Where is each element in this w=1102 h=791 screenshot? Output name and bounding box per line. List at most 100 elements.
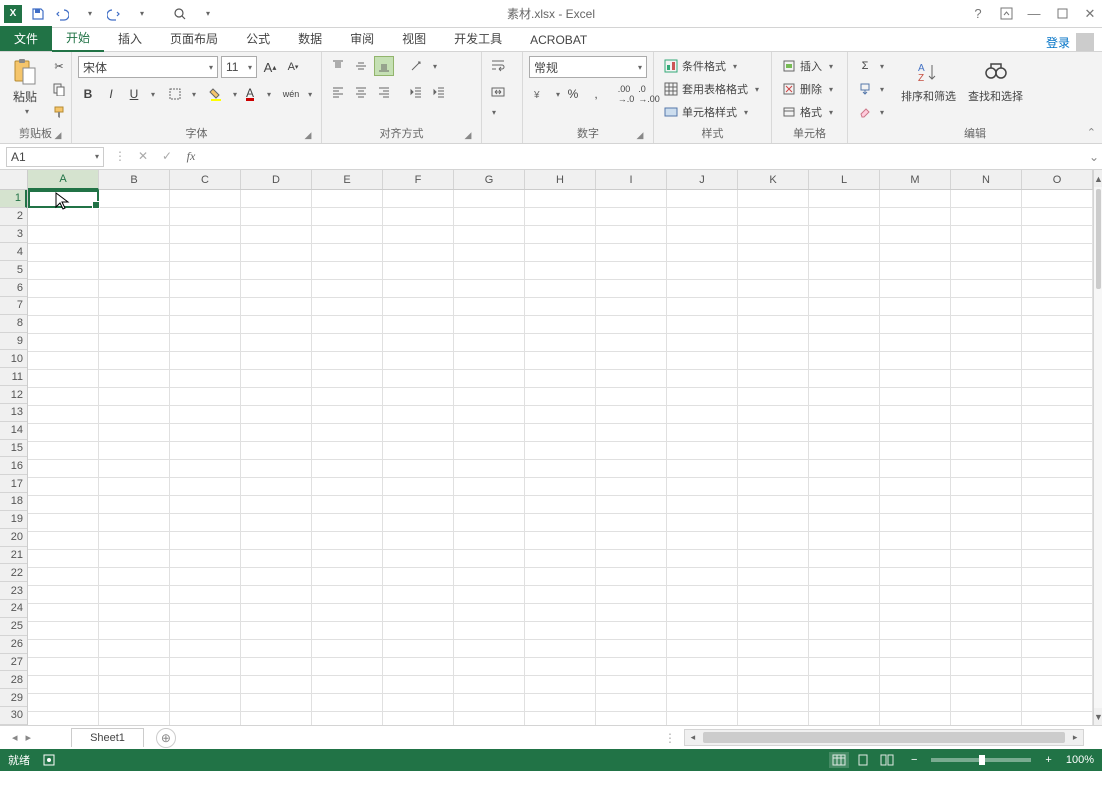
cell[interactable]	[241, 532, 312, 550]
cell[interactable]	[525, 406, 596, 424]
cell[interactable]	[525, 190, 596, 208]
tab-data[interactable]: 数据	[284, 26, 336, 51]
cell[interactable]	[738, 424, 809, 442]
cell[interactable]	[525, 460, 596, 478]
tab-developer[interactable]: 开发工具	[440, 26, 516, 51]
cell[interactable]	[596, 514, 667, 532]
cell[interactable]	[880, 406, 951, 424]
column-header[interactable]: J	[667, 170, 738, 189]
vertical-scroll-thumb[interactable]	[1096, 189, 1101, 289]
cell[interactable]	[951, 478, 1022, 496]
cell[interactable]	[880, 622, 951, 640]
cell[interactable]	[99, 226, 170, 244]
cells-area[interactable]	[28, 190, 1093, 725]
cell[interactable]	[99, 388, 170, 406]
cell[interactable]	[454, 226, 525, 244]
cell[interactable]	[525, 280, 596, 298]
bold-button[interactable]: B	[78, 84, 98, 104]
cell[interactable]	[880, 244, 951, 262]
cell[interactable]	[880, 334, 951, 352]
cell[interactable]	[312, 550, 383, 568]
row-header[interactable]: 4	[0, 243, 27, 261]
row-header[interactable]: 9	[0, 333, 27, 351]
cell[interactable]	[312, 658, 383, 676]
cell[interactable]	[1022, 442, 1093, 460]
cell[interactable]	[383, 334, 454, 352]
cell[interactable]	[667, 568, 738, 586]
cell[interactable]	[880, 640, 951, 658]
cell[interactable]	[1022, 532, 1093, 550]
ribbon-display-options-icon[interactable]	[998, 6, 1014, 22]
cell[interactable]	[525, 712, 596, 725]
cell[interactable]	[383, 208, 454, 226]
cell[interactable]	[809, 370, 880, 388]
cell[interactable]	[738, 208, 809, 226]
cell[interactable]	[525, 262, 596, 280]
cell[interactable]	[596, 316, 667, 334]
cell[interactable]	[667, 478, 738, 496]
cell[interactable]	[28, 712, 99, 725]
cell[interactable]	[738, 568, 809, 586]
cell[interactable]	[383, 640, 454, 658]
cell[interactable]	[99, 478, 170, 496]
increase-decimal-icon[interactable]: .00→.0	[616, 84, 636, 104]
cell[interactable]	[241, 550, 312, 568]
scroll-up-icon[interactable]: ▲	[1094, 170, 1102, 187]
enter-formula-icon[interactable]: ✓	[160, 149, 174, 164]
cell[interactable]	[170, 424, 241, 442]
percent-format-icon[interactable]: %	[563, 84, 583, 104]
cell[interactable]	[951, 370, 1022, 388]
cell[interactable]	[99, 334, 170, 352]
tab-home[interactable]: 开始	[52, 25, 104, 52]
cell[interactable]	[809, 694, 880, 712]
cell[interactable]	[809, 190, 880, 208]
help-icon[interactable]: ?	[970, 6, 986, 22]
cell[interactable]	[28, 226, 99, 244]
cell[interactable]	[596, 424, 667, 442]
cell[interactable]	[383, 676, 454, 694]
cell[interactable]	[99, 244, 170, 262]
cell[interactable]	[809, 568, 880, 586]
cell[interactable]	[525, 568, 596, 586]
cell[interactable]	[28, 352, 99, 370]
cell[interactable]	[525, 676, 596, 694]
cell[interactable]	[99, 676, 170, 694]
cell[interactable]	[738, 532, 809, 550]
merge-cells-icon[interactable]	[488, 82, 508, 102]
cell[interactable]	[170, 550, 241, 568]
cell[interactable]	[809, 334, 880, 352]
align-bottom-icon[interactable]	[374, 56, 394, 76]
cell[interactable]	[951, 586, 1022, 604]
cell[interactable]	[312, 496, 383, 514]
column-header[interactable]: I	[596, 170, 667, 189]
cell[interactable]	[312, 568, 383, 586]
select-all-corner[interactable]	[0, 170, 28, 190]
cell[interactable]	[312, 676, 383, 694]
cell[interactable]	[738, 370, 809, 388]
row-header[interactable]: 8	[0, 315, 27, 333]
cell[interactable]	[312, 262, 383, 280]
cell[interactable]	[99, 280, 170, 298]
row-header[interactable]: 14	[0, 422, 27, 440]
cell[interactable]	[667, 280, 738, 298]
cell[interactable]	[596, 370, 667, 388]
cell[interactable]	[525, 532, 596, 550]
cell[interactable]	[596, 406, 667, 424]
conditional-formatting-button[interactable]: 条件格式▾	[660, 56, 762, 76]
cell[interactable]	[738, 478, 809, 496]
cell[interactable]	[596, 352, 667, 370]
alignment-launcher-icon[interactable]: ◢	[463, 130, 473, 140]
cell[interactable]	[383, 298, 454, 316]
cell[interactable]	[667, 640, 738, 658]
cell[interactable]	[454, 190, 525, 208]
cell[interactable]	[525, 424, 596, 442]
fill-color-button[interactable]	[206, 84, 226, 104]
cell[interactable]	[738, 226, 809, 244]
cell[interactable]	[312, 622, 383, 640]
cell[interactable]	[951, 712, 1022, 725]
cell[interactable]	[951, 352, 1022, 370]
undo-icon[interactable]	[54, 6, 70, 22]
cell[interactable]	[596, 298, 667, 316]
cell[interactable]	[241, 640, 312, 658]
cell[interactable]	[28, 424, 99, 442]
